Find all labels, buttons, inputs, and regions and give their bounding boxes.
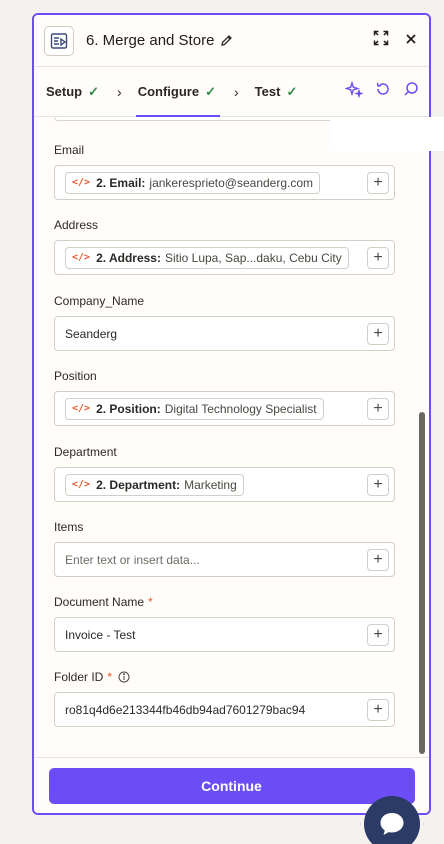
insert-data-button[interactable]: + xyxy=(367,398,389,420)
scrollbar-thumb[interactable] xyxy=(419,412,425,754)
app-icon xyxy=(44,25,74,56)
step-title: 6. Merge and Store xyxy=(86,32,215,49)
company-name-input[interactable]: Seanderg + xyxy=(54,316,395,351)
document-name-value: Invoice - Test xyxy=(65,627,136,642)
pill-value: jankeresprieto@seanderg.com xyxy=(149,175,314,190)
document-name-field: Document Name * Invoice - Test + xyxy=(54,595,395,652)
folder-id-field: Folder ID * ro81q4d6e213344fb46db94ad760… xyxy=(54,670,395,727)
position-input[interactable]: </> 2. Position: Digital Technology Spec… xyxy=(54,391,395,426)
code-icon: </> xyxy=(72,403,91,414)
form-body[interactable]: Email </> 2. Email: jankeresprieto@seand… xyxy=(34,117,429,757)
info-icon[interactable] xyxy=(118,671,130,683)
chat-bubble-icon xyxy=(380,813,404,835)
insert-data-button[interactable]: + xyxy=(367,624,389,646)
document-name-input[interactable]: Invoice - Test + xyxy=(54,617,395,652)
department-label: Department xyxy=(54,445,117,459)
pencil-icon[interactable] xyxy=(220,34,233,47)
company-name-label: Company_Name xyxy=(54,294,145,308)
scroll-down-arrow-icon[interactable]: ▼ xyxy=(418,744,426,753)
chat-button[interactable] xyxy=(364,796,420,844)
continue-button[interactable]: Continue xyxy=(48,767,415,804)
folder-id-value: ro81q4d6e213344fb46db94ad7601279bac94 xyxy=(65,702,306,717)
insert-data-button[interactable]: + xyxy=(367,699,389,721)
email-input[interactable]: </> 2. Email: jankeresprieto@seanderg.co… xyxy=(54,165,395,200)
code-icon: </> xyxy=(72,252,91,263)
document-name-label: Document Name * xyxy=(54,595,395,609)
address-input[interactable]: </> 2. Address: Sitio Lupa, Sap...daku, … xyxy=(54,240,395,275)
folder-id-label: Folder ID * xyxy=(54,670,395,684)
items-field: Items Enter text or insert data... + xyxy=(54,520,395,577)
search-icon[interactable] xyxy=(403,81,419,102)
company-name-value: Seanderg xyxy=(65,326,118,341)
position-label: Position xyxy=(54,369,97,383)
pill-key: 2. Position: xyxy=(96,401,161,416)
tab-test[interactable]: Test ✓ xyxy=(255,67,298,116)
tab-configure[interactable]: Configure ✓ xyxy=(135,67,221,117)
pill-key: 2. Department: xyxy=(96,477,181,492)
code-icon: </> xyxy=(72,479,91,490)
pill-key: 2. Address: xyxy=(96,250,161,265)
folder-id-input[interactable]: ro81q4d6e213344fb46db94ad7601279bac94 + xyxy=(54,692,395,727)
close-icon[interactable] xyxy=(405,32,417,50)
pill-key: 2. Email: xyxy=(96,175,146,190)
items-placeholder: Enter text or insert data... xyxy=(65,552,200,567)
insert-data-button[interactable]: + xyxy=(367,247,389,269)
step-tabs: Setup ✓ › Configure ✓ › Test ✓ xyxy=(34,67,429,117)
overlay-blank-area xyxy=(330,117,444,151)
items-label: Items xyxy=(54,520,84,534)
tab-setup[interactable]: Setup ✓ xyxy=(46,67,99,116)
expand-icon[interactable] xyxy=(373,30,389,51)
panel-footer: Continue xyxy=(34,757,429,813)
department-field: Department </> 2. Department: Marketing … xyxy=(54,445,395,502)
department-data-pill[interactable]: </> 2. Department: Marketing xyxy=(65,473,244,496)
pill-value: Marketing xyxy=(184,477,237,492)
insert-data-button[interactable]: + xyxy=(367,474,389,496)
email-field: Email </> 2. Email: jankeresprieto@seand… xyxy=(54,143,395,200)
tab-configure-label: Configure xyxy=(137,84,200,99)
email-data-pill[interactable]: </> 2. Email: jankeresprieto@seanderg.co… xyxy=(65,171,321,194)
position-data-pill[interactable]: </> 2. Position: Digital Technology Spec… xyxy=(65,397,324,420)
scrollbar[interactable] xyxy=(418,117,426,767)
tab-test-label: Test xyxy=(254,84,281,99)
insert-data-button[interactable]: + xyxy=(367,549,389,571)
address-label: Address xyxy=(54,218,99,232)
address-field: Address </> 2. Address: Sitio Lupa, Sap.… xyxy=(54,218,395,275)
insert-data-button[interactable]: + xyxy=(367,172,389,194)
sparkle-icon[interactable] xyxy=(344,80,364,103)
refresh-icon[interactable] xyxy=(375,81,391,102)
tab-setup-label: Setup xyxy=(46,84,83,99)
insert-data-button[interactable]: + xyxy=(367,323,389,345)
folder-id-label-text: Folder ID xyxy=(54,670,104,684)
required-mark: * xyxy=(107,670,113,684)
position-field: Position </> 2. Position: Digital Techno… xyxy=(54,369,395,426)
tab-setup-check-icon: ✓ xyxy=(88,83,100,99)
chevron-right-icon: › xyxy=(234,83,239,100)
chevron-right-icon: › xyxy=(117,83,122,100)
department-input[interactable]: </> 2. Department: Marketing + xyxy=(54,467,395,502)
items-input[interactable]: Enter text or insert data... + xyxy=(54,542,395,577)
code-icon: </> xyxy=(72,177,91,188)
company-name-field: Company_Name Seanderg + xyxy=(54,294,395,351)
tab-configure-check-icon: ✓ xyxy=(205,83,216,99)
pill-value: Sitio Lupa, Sap...daku, Cebu City xyxy=(164,250,342,265)
address-data-pill[interactable]: </> 2. Address: Sitio Lupa, Sap...daku, … xyxy=(65,246,349,269)
pill-value: Digital Technology Specialist xyxy=(164,401,317,416)
tab-test-check-icon: ✓ xyxy=(286,83,298,99)
panel-header: 6. Merge and Store xyxy=(34,15,429,67)
required-mark: * xyxy=(148,595,153,609)
document-name-label-text: Document Name xyxy=(54,595,145,609)
